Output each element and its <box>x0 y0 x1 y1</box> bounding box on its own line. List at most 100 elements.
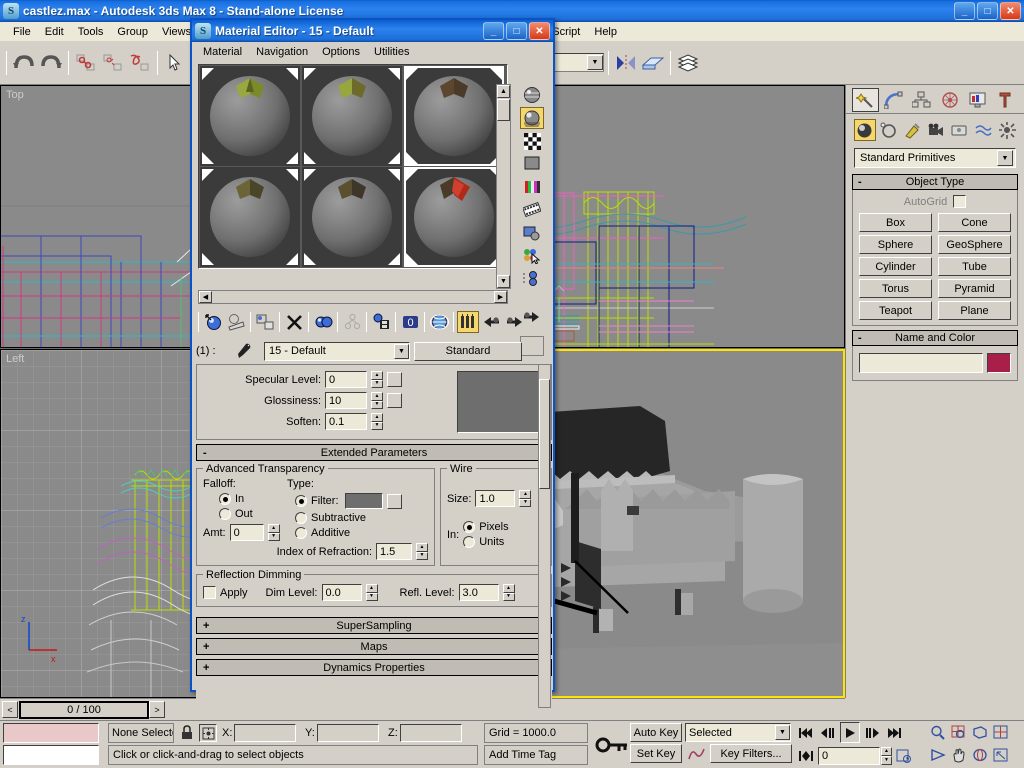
selection-lock-icon[interactable] <box>178 724 196 742</box>
key-filters-button[interactable]: Key Filters... <box>710 744 792 763</box>
zoom-extents-all-icon[interactable] <box>991 722 1011 743</box>
create-torus-button[interactable]: Torus <box>859 279 932 298</box>
previous-frame-icon[interactable] <box>818 722 838 743</box>
rollout-expand-icon[interactable]: + <box>203 662 209 674</box>
redo-icon[interactable] <box>38 50 64 76</box>
soften-spinner[interactable]: ▲▼ <box>371 413 383 430</box>
slot-1[interactable] <box>200 66 300 166</box>
menu-group[interactable]: Group <box>110 24 155 40</box>
make-unique-icon[interactable] <box>341 311 363 333</box>
reflection-dimming-apply-checkbox[interactable] <box>203 586 216 599</box>
backlight-icon[interactable] <box>520 107 544 129</box>
hierarchy-tab[interactable] <box>908 88 935 112</box>
wire-units-radio[interactable] <box>463 536 475 548</box>
options-icon[interactable] <box>520 222 544 244</box>
mirror-icon[interactable] <box>613 50 639 76</box>
minimize-button[interactable]: _ <box>954 2 975 20</box>
scroll-left-icon[interactable]: ◀ <box>199 291 212 303</box>
arc-rotate-icon[interactable] <box>970 745 990 766</box>
filter-radio[interactable] <box>295 495 307 507</box>
video-color-check-icon[interactable] <box>520 176 544 198</box>
rollout-collapse-icon[interactable]: - <box>858 176 862 188</box>
amt-spinner[interactable]: ▲▼ <box>268 524 280 541</box>
create-plane-button[interactable]: Plane <box>938 301 1011 320</box>
scroll-down-icon[interactable]: ▼ <box>497 275 510 288</box>
refl-level-spinner[interactable]: ▲▼ <box>503 584 515 601</box>
bind-to-space-warp-icon[interactable] <box>127 50 153 76</box>
index-of-refraction-spinner[interactable]: ▲▼ <box>416 543 428 560</box>
menu-file[interactable]: File <box>6 24 38 40</box>
zoom-icon[interactable] <box>928 722 948 743</box>
menu-tools[interactable]: Tools <box>71 24 111 40</box>
object-name-input[interactable] <box>859 353 983 373</box>
rollout-maps-header[interactable]: + Maps <box>196 638 552 655</box>
slot-3[interactable] <box>404 66 504 166</box>
motion-tab[interactable] <box>936 88 963 112</box>
autogrid-checkbox[interactable] <box>953 195 966 208</box>
glossiness-spinner[interactable]: ▲▼ <box>371 392 383 409</box>
additive-radio-row[interactable]: Additive <box>295 527 428 539</box>
auto-key-button[interactable]: Auto Key <box>630 723 682 742</box>
undo-icon[interactable] <box>11 50 37 76</box>
sample-type-icon[interactable] <box>520 84 544 106</box>
set-key-button[interactable]: Set Key <box>630 744 682 763</box>
rollout-collapse-icon[interactable]: - <box>203 447 207 459</box>
scrollbar-thumb[interactable] <box>497 99 510 121</box>
play-animation-icon[interactable] <box>840 722 860 743</box>
specular-level-field[interactable]: 0 <box>325 371 367 388</box>
get-material-icon[interactable] <box>202 311 224 333</box>
refl-level-field[interactable]: 3.0 <box>459 584 499 601</box>
glossiness-map-button[interactable] <box>387 393 402 408</box>
reset-map-material-icon[interactable] <box>283 311 305 333</box>
wire-pixels-radio[interactable] <box>463 521 475 533</box>
specular-level-spinner[interactable]: ▲▼ <box>371 371 383 388</box>
soften-field[interactable]: 0.1 <box>325 413 367 430</box>
sample-uv-tiling-icon[interactable] <box>520 153 544 175</box>
material-map-navigator-icon[interactable] <box>520 268 544 290</box>
subcategory-dropdown[interactable]: Standard Primitives ▼ <box>854 148 1016 168</box>
material-editor-maximize-button[interactable]: □ <box>506 22 527 40</box>
next-frame-icon[interactable] <box>862 722 882 743</box>
lights-icon[interactable] <box>901 119 923 141</box>
filter-map-button[interactable] <box>387 494 402 509</box>
zoom-all-icon[interactable] <box>949 722 969 743</box>
slots-vertical-scrollbar[interactable]: ▲ ▼ <box>496 84 511 289</box>
slots-horizontal-scrollbar[interactable]: ◀ ▶ <box>198 290 508 304</box>
show-end-result-icon[interactable] <box>457 311 479 333</box>
create-tube-button[interactable]: Tube <box>938 257 1011 276</box>
subtractive-radio-row[interactable]: Subtractive <box>295 512 428 524</box>
wire-pixels-radio-row[interactable]: Pixels <box>463 521 508 533</box>
menu-help[interactable]: Help <box>587 24 624 40</box>
create-tab[interactable] <box>852 88 879 112</box>
goto-start-icon[interactable] <box>796 722 816 743</box>
menu-navigation[interactable]: Navigation <box>249 44 315 60</box>
rollout-supersampling-header[interactable]: + SuperSampling <box>196 617 552 634</box>
glossiness-field[interactable]: 10 <box>325 392 367 409</box>
slot-2[interactable] <box>302 66 402 166</box>
layer-manager-icon[interactable] <box>675 50 701 76</box>
put-material-to-scene-icon[interactable] <box>225 311 247 333</box>
key-icon[interactable] <box>592 731 632 759</box>
specular-level-map-button[interactable] <box>387 372 402 387</box>
material-editor-window[interactable]: S Material Editor - 15 - Default _ □ ✕ M… <box>190 18 555 692</box>
pan-icon[interactable] <box>949 745 969 766</box>
scroll-up-icon[interactable]: ▲ <box>497 85 510 98</box>
falloff-in-radio-row[interactable]: In <box>219 493 287 505</box>
maxscript-listener-pink[interactable] <box>3 723 99 743</box>
current-frame-field[interactable]: 0 <box>818 747 880 765</box>
wire-size-field[interactable]: 1.0 <box>475 490 515 507</box>
parameters-vertical-scrollbar[interactable] <box>538 364 551 708</box>
menu-edit[interactable]: Edit <box>38 24 71 40</box>
scrollbar-thumb[interactable] <box>539 379 550 489</box>
select-object-icon[interactable] <box>162 50 188 76</box>
scroll-right-icon[interactable]: ▶ <box>494 291 507 303</box>
maximize-button[interactable]: □ <box>977 2 998 20</box>
chevron-down-icon[interactable]: ▼ <box>775 725 790 740</box>
menu-utilities[interactable]: Utilities <box>367 44 416 60</box>
menu-material[interactable]: Material <box>196 44 249 60</box>
time-configuration-icon[interactable] <box>894 745 914 766</box>
rollout-expand-icon[interactable]: + <box>203 620 209 632</box>
wire-units-radio-row[interactable]: Units <box>463 536 508 548</box>
rollout-dynamics-properties-header[interactable]: + Dynamics Properties <box>196 659 552 676</box>
field-of-view-icon[interactable] <box>928 745 948 766</box>
